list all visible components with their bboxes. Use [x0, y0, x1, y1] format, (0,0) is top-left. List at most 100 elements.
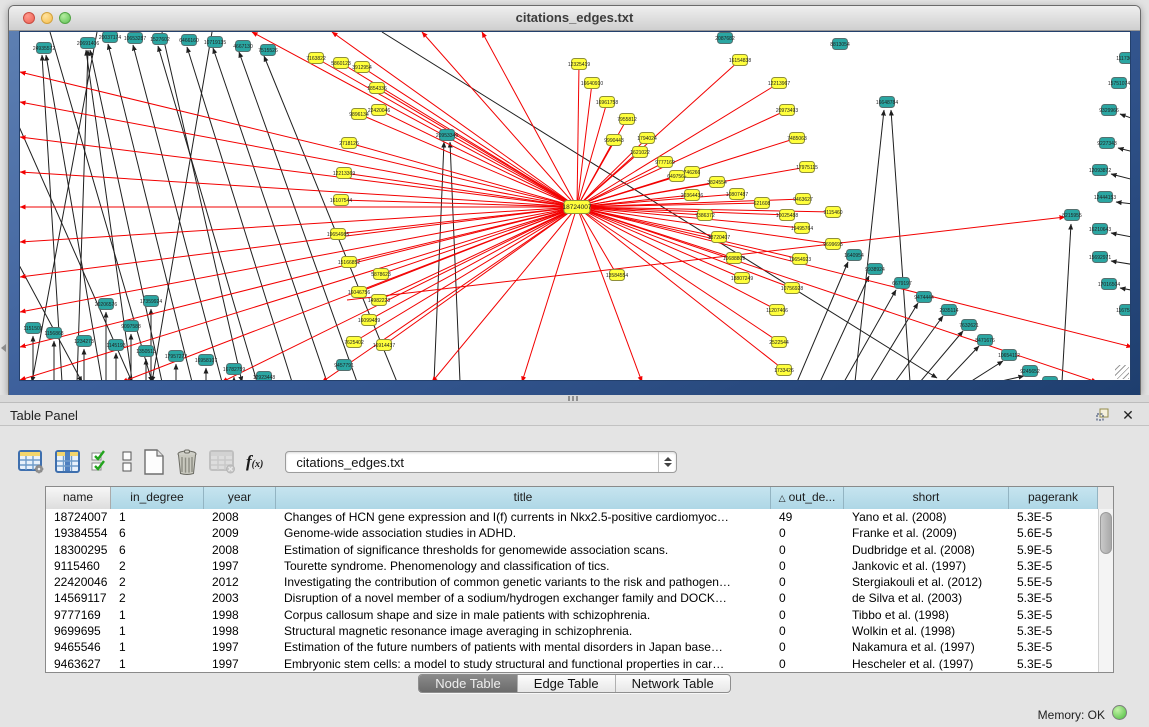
table-cell[interactable]: 2 [111, 590, 204, 606]
graph-edge[interactable] [362, 67, 577, 207]
canvas-resize-grip-icon[interactable] [1115, 365, 1129, 379]
table-cell[interactable]: Genome-wide association studies in ADHD. [276, 525, 771, 541]
table-row[interactable]: 2242004622012Investigating the contribut… [46, 574, 1113, 590]
table-cell[interactable]: Estimation of the future numbers of pati… [276, 639, 771, 655]
table-cell[interactable]: de Silva et al. (2003) [844, 590, 1009, 606]
table-cell[interactable]: 5.3E-5 [1009, 558, 1098, 574]
table-cell[interactable]: 5.3E-5 [1009, 509, 1098, 525]
table-cell[interactable]: 9777169 [46, 607, 111, 623]
delete-table-button[interactable] [175, 449, 199, 475]
graph-node[interactable] [1043, 377, 1058, 382]
table-cell[interactable]: 9465546 [46, 639, 111, 655]
table-cell[interactable]: 1 [111, 607, 204, 623]
table-cell[interactable]: Changes of HCN gene expression and I(f) … [276, 509, 771, 525]
table-cell[interactable]: 5.3E-5 [1009, 607, 1098, 623]
table-cell[interactable]: 5.3E-5 [1009, 656, 1098, 672]
show-columns-button[interactable] [55, 450, 81, 474]
graph-edge[interactable] [577, 83, 592, 207]
window-titlebar[interactable]: citations_edges.txt [9, 6, 1140, 31]
table-cell[interactable]: 5.5E-5 [1009, 574, 1098, 590]
graph-edge[interactable] [422, 32, 577, 207]
table-cell[interactable]: Yano et al. (2008) [844, 509, 1009, 525]
table-cell[interactable]: 5.3E-5 [1009, 590, 1098, 606]
table-cell[interactable]: Embryonic stem cells: a model to study s… [276, 656, 771, 672]
graph-edge[interactable] [1120, 114, 1131, 122]
graph-edge[interactable] [20, 172, 577, 207]
table-cell[interactable]: 5.3E-5 [1009, 623, 1098, 639]
table-cell[interactable]: Investigating the contribution of common… [276, 574, 771, 590]
table-cell[interactable]: 1998 [204, 623, 276, 639]
table-cell[interactable]: 9699695 [46, 623, 111, 639]
graph-edge[interactable] [20, 207, 577, 380]
table-cell[interactable]: 2008 [204, 509, 276, 525]
table-cell[interactable]: 9115460 [46, 558, 111, 574]
graph-edge[interactable] [1116, 202, 1131, 205]
table-options-button[interactable] [18, 450, 45, 474]
graph-edge[interactable] [20, 252, 82, 381]
graph-edge[interactable] [870, 303, 918, 381]
table-cell[interactable]: 2003 [204, 590, 276, 606]
table-cell[interactable]: Jankovic et al. (1997) [844, 558, 1009, 574]
table-cell[interactable]: 2008 [204, 542, 276, 558]
float-panel-button[interactable] [1095, 407, 1113, 423]
graph-edge[interactable] [522, 207, 577, 381]
table-cell[interactable]: Nakamura et al. (1997) [844, 639, 1009, 655]
table-cell[interactable]: 0 [771, 558, 844, 574]
table-cell[interactable]: Wolkin et al. (1998) [844, 623, 1009, 639]
table-cell[interactable]: Hescheler et al. (1997) [844, 656, 1009, 672]
graph-edge[interactable] [797, 262, 848, 381]
graph-edge[interactable] [377, 88, 577, 207]
table-cell[interactable]: Dudbridge et al. (2008) [844, 542, 1009, 558]
table-cell[interactable]: 0 [771, 542, 844, 558]
column-header-year[interactable]: year [204, 487, 276, 509]
graph-edge[interactable] [1118, 148, 1131, 154]
graph-edge[interactable] [1111, 174, 1131, 182]
graph-edge[interactable] [1130, 88, 1131, 97]
table-cell[interactable]: 1 [111, 656, 204, 672]
table-cell[interactable]: 1997 [204, 656, 276, 672]
table-cell[interactable]: 9463627 [46, 656, 111, 672]
table-row[interactable]: 911546021997Tourette syndrome. Phenomeno… [46, 558, 1113, 574]
tab-node-table[interactable]: Node Table [419, 675, 517, 692]
citation-graph[interactable]: 2493557220691406200371741065328715276026… [20, 32, 1131, 381]
table-cell[interactable]: 0 [771, 623, 844, 639]
column-header-name[interactable]: name [46, 487, 111, 509]
table-cell[interactable]: 5.9E-5 [1009, 542, 1098, 558]
table-cell[interactable]: 0 [771, 574, 844, 590]
table-vertical-scrollbar[interactable] [1098, 509, 1113, 672]
table-cell[interactable]: 2009 [204, 525, 276, 541]
graph-edge[interactable] [20, 207, 577, 312]
scrollbar-thumb[interactable] [1100, 512, 1112, 554]
table-cell[interactable]: 19384554 [46, 525, 111, 541]
graph-edge[interactable] [997, 376, 1024, 381]
table-cell[interactable]: Stergiakouli et al. (2012) [844, 574, 1009, 590]
graph-edge[interactable] [891, 110, 910, 381]
table-cell[interactable]: 2012 [204, 574, 276, 590]
table-cell[interactable]: Tibbo et al. (1998) [844, 607, 1009, 623]
west-panel-collapse-arrow-icon[interactable] [1, 344, 6, 352]
horizontal-splitter[interactable] [0, 395, 1149, 402]
table-cell[interactable]: Estimation of significance thresholds fo… [276, 542, 771, 558]
table-cell[interactable]: 14569117 [46, 590, 111, 606]
graph-edge[interactable] [577, 64, 579, 207]
table-cell[interactable]: 1 [111, 639, 204, 655]
graph-edge[interactable] [1120, 288, 1131, 292]
graph-edge[interactable] [252, 32, 577, 207]
table-row[interactable]: 1872400712008Changes of HCN gene express… [46, 509, 1113, 525]
table-cell[interactable]: 6 [111, 525, 204, 541]
table-selector-combo[interactable]: citations_edges.txt [285, 451, 677, 473]
table-cell[interactable]: 18724007 [46, 509, 111, 525]
tab-edge-table[interactable]: Edge Table [517, 675, 615, 692]
graph-edge[interactable] [20, 72, 577, 207]
graph-edge[interactable] [970, 361, 1003, 381]
table-row[interactable]: 969969511998Structural magnetic resonanc… [46, 623, 1113, 639]
table-row[interactable]: 1938455462009Genome-wide association stu… [46, 525, 1113, 541]
graph-edge[interactable] [1111, 261, 1131, 266]
table-cell[interactable]: 0 [771, 525, 844, 541]
graph-edge[interactable] [158, 46, 257, 381]
table-cell[interactable]: 0 [771, 607, 844, 623]
table-row[interactable]: 977716911998Corpus callosum shape and si… [46, 607, 1113, 623]
function-builder-button[interactable]: f(x) [246, 452, 263, 472]
table-cell[interactable]: Disruption of a novel member of a sodium… [276, 590, 771, 606]
graph-edge[interactable] [341, 200, 577, 207]
